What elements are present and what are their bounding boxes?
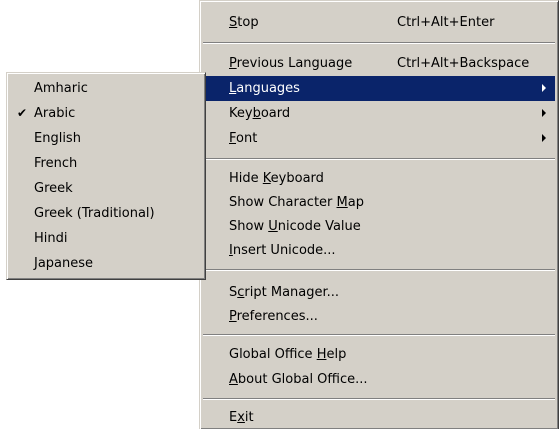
menu-item-script-manager[interactable]: Script Manager... (203, 280, 555, 305)
menu-item-label: Hide Keyboard (229, 171, 324, 186)
language-item-greek-traditional[interactable]: Greek (Traditional) (10, 201, 202, 226)
menu-item-label: Stop (229, 15, 259, 30)
menu-item-show-unicode-value[interactable]: Show Unicode Value (203, 214, 555, 239)
checkmark-icon: ✔ (17, 106, 28, 120)
menu-item-languages[interactable]: Languages (203, 76, 555, 101)
context-menu: Stop Ctrl+Alt+Enter Previous Language Ct… (199, 0, 559, 429)
submenu-arrow-icon (542, 84, 546, 92)
language-label: Arabic (34, 106, 76, 121)
menu-item-stop[interactable]: Stop Ctrl+Alt+Enter (203, 10, 555, 35)
shortcut-text: Ctrl+Alt+Enter (397, 15, 495, 30)
menu-item-show-character-map[interactable]: Show Character Map (203, 190, 555, 215)
menu-item-label: Script Manager... (229, 285, 340, 300)
language-label: French (34, 156, 78, 171)
menu-item-global-office-help[interactable]: Global Office Help (203, 342, 555, 367)
shortcut-text: Ctrl+Alt+Backspace (397, 56, 530, 71)
menu-item-label: Show Unicode Value (229, 219, 361, 234)
menu-item-label: Font (229, 131, 258, 146)
menu-item-label: Preferences... (229, 309, 318, 324)
menu-item-insert-unicode[interactable]: Insert Unicode... (203, 238, 555, 263)
menu-item-previous-language[interactable]: Previous Language Ctrl+Alt+Backspace (203, 51, 555, 76)
language-label: English (34, 131, 81, 146)
menu-item-label: Exit (229, 410, 254, 425)
language-label: Hindi (34, 231, 68, 246)
menu-item-preferences[interactable]: Preferences... (203, 304, 555, 329)
language-item-japanese[interactable]: Japanese (10, 251, 202, 276)
menu-item-font[interactable]: Font (203, 126, 555, 151)
menu-item-label: Languages (229, 81, 300, 96)
language-label: Japanese (34, 256, 94, 271)
languages-submenu: Amharic ✔ Arabic English French Greek Gr… (6, 72, 206, 280)
language-item-french[interactable]: French (10, 151, 202, 176)
menu-separator (203, 158, 555, 160)
menu-separator (203, 334, 555, 336)
menu-item-hide-keyboard[interactable]: Hide Keyboard (203, 166, 555, 191)
language-label: Greek (Traditional) (34, 206, 155, 221)
language-item-amharic[interactable]: Amharic (10, 76, 202, 101)
menu-item-label: Global Office Help (229, 347, 347, 362)
menu-item-label: Keyboard (229, 106, 291, 121)
menu-item-about-global-office[interactable]: About Global Office... (203, 367, 555, 392)
menu-item-exit[interactable]: Exit (203, 405, 555, 430)
language-item-greek[interactable]: Greek (10, 176, 202, 201)
menu-separator (203, 398, 555, 400)
language-label: Greek (34, 181, 73, 196)
language-item-english[interactable]: English (10, 126, 202, 151)
submenu-arrow-icon (542, 134, 546, 142)
menu-item-label: Show Character Map (229, 195, 364, 210)
menu-item-label: Insert Unicode... (229, 243, 336, 258)
language-item-arabic[interactable]: ✔ Arabic (10, 101, 202, 126)
menu-separator (203, 269, 555, 271)
menu-item-label: About Global Office... (229, 372, 368, 387)
submenu-arrow-icon (542, 109, 546, 117)
menu-separator (203, 42, 555, 44)
language-label: Amharic (34, 81, 88, 96)
language-item-hindi[interactable]: Hindi (10, 226, 202, 251)
menu-item-label: Previous Language (229, 56, 353, 71)
menu-item-keyboard[interactable]: Keyboard (203, 101, 555, 126)
